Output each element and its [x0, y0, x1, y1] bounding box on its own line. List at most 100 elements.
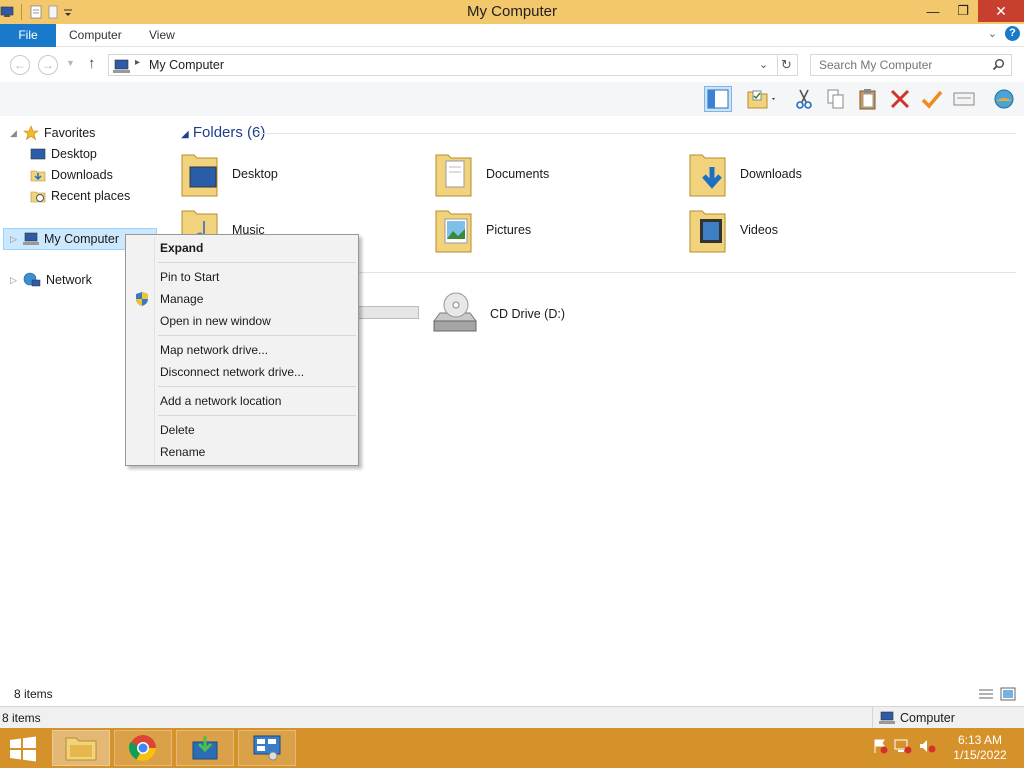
volume-muted-icon[interactable] — [918, 738, 936, 754]
address-path: My Computer — [149, 58, 225, 72]
clock-date: 1/15/2022 — [953, 748, 1007, 762]
sidebar-item-recent-places[interactable]: Recent places — [30, 186, 130, 206]
ribbon-tabs: File Computer View ⌄ ? — [0, 24, 1024, 47]
menu-item-rename[interactable]: Rename — [128, 441, 356, 463]
search-box[interactable] — [810, 54, 1012, 76]
menu-item-delete[interactable]: Delete — [128, 419, 356, 441]
taskbar-file-explorer[interactable] — [52, 730, 110, 766]
breadcrumb-separator-icon[interactable]: ▸ — [135, 57, 140, 68]
item-count: 8 items — [14, 687, 53, 701]
details-view-icon[interactable] — [978, 687, 994, 704]
flag-alert-icon[interactable] — [872, 738, 888, 754]
system-tray — [872, 738, 936, 754]
videos-folder-icon — [689, 210, 726, 253]
search-input[interactable] — [819, 58, 989, 72]
properties-icon[interactable] — [950, 86, 978, 112]
system-clock[interactable]: 6:13 AM 1/15/2022 — [950, 733, 1010, 763]
folder-label: Desktop — [232, 167, 278, 181]
tab-view[interactable]: View — [149, 24, 175, 47]
expand-ribbon-icon[interactable]: ⌄ — [988, 27, 997, 40]
context-menu: Expand Pin to Start Manage Open in new w… — [125, 234, 359, 466]
refresh-icon[interactable]: ↻ — [781, 57, 792, 73]
tab-computer[interactable]: Computer — [69, 24, 122, 47]
desktop-folder-icon — [181, 154, 218, 197]
sidebar-item-label: Downloads — [51, 168, 113, 182]
taskbar: 6:13 AM 1/15/2022 — [0, 728, 1024, 768]
expand-arrow-icon[interactable]: ▷ — [10, 234, 18, 245]
drive-item-cd-drive[interactable]: CD Drive (D:) — [430, 286, 565, 342]
network-status-icon[interactable] — [894, 738, 912, 754]
folder-item-desktop[interactable]: Desktop — [180, 148, 278, 200]
sidebar-item-label: Favorites — [44, 126, 96, 140]
bottom-status-bar: 8 items Computer — [0, 706, 1024, 729]
taskbar-chrome[interactable] — [114, 730, 172, 766]
address-dropdown-icon[interactable]: ⌄ — [759, 58, 768, 71]
title-bar: My Computer — ❐ ✕ — [0, 0, 1024, 24]
expand-arrow-icon[interactable]: ▷ — [10, 275, 18, 286]
restore-button[interactable]: ❐ — [948, 0, 978, 22]
drive-usage-bar — [356, 306, 419, 319]
start-button[interactable] — [8, 736, 38, 762]
sidebar-item-label: Network — [46, 273, 92, 287]
close-button[interactable]: ✕ — [978, 0, 1024, 22]
command-toolbar — [0, 82, 1024, 116]
computer-icon — [23, 232, 39, 245]
delete-icon[interactable] — [886, 86, 914, 112]
collapse-arrow-icon[interactable]: ◢ — [181, 129, 189, 140]
menu-item-map-network-drive[interactable]: Map network drive... — [128, 339, 356, 361]
folder-item-videos[interactable]: Videos — [688, 204, 778, 256]
folder-item-downloads[interactable]: Downloads — [688, 148, 802, 200]
select-options-icon[interactable] — [744, 86, 780, 112]
folder-label: Downloads — [740, 167, 802, 181]
copy-icon[interactable] — [822, 86, 850, 112]
folders-group-header[interactable]: ◢ Folders (6) — [181, 124, 265, 141]
menu-item-open-in-new-window[interactable]: Open in new window — [128, 310, 356, 332]
computer-icon — [879, 711, 895, 724]
menu-item-disconnect-network-drive[interactable]: Disconnect network drive... — [128, 361, 356, 383]
search-icon[interactable] — [992, 58, 1005, 74]
cut-icon[interactable] — [790, 86, 818, 112]
collapse-arrow-icon[interactable]: ◢ — [10, 128, 18, 139]
documents-folder-icon — [435, 154, 472, 197]
item-count: 8 items — [2, 711, 41, 725]
menu-item-pin-to-start[interactable]: Pin to Start — [128, 266, 356, 288]
sidebar-item-downloads[interactable]: Downloads — [30, 165, 113, 185]
status-bar: 8 items — [0, 684, 1024, 704]
help-icon[interactable]: ? — [1005, 26, 1020, 41]
rename-check-icon[interactable] — [918, 86, 946, 112]
network-globe-icon[interactable] — [990, 86, 1018, 112]
up-button[interactable]: ↑ — [88, 55, 96, 72]
folder-item-documents[interactable]: Documents — [434, 148, 549, 200]
file-explorer-icon — [65, 737, 97, 761]
pictures-folder-icon — [435, 210, 472, 253]
address-bar[interactable]: ▸ My Computer ⌄ ↻ — [108, 54, 798, 76]
navigation-pane-icon[interactable] — [704, 86, 732, 112]
folder-item-pictures[interactable]: Pictures — [434, 204, 531, 256]
downloads-folder-icon — [689, 154, 726, 197]
paste-icon[interactable] — [854, 86, 882, 112]
sidebar-item-label: My Computer — [44, 232, 120, 246]
clock-time: 6:13 AM — [957, 733, 1003, 747]
sidebar-item-network[interactable]: ▷ Network — [10, 270, 92, 290]
sidebar-item-label: Desktop — [51, 147, 97, 161]
minimize-button[interactable]: — — [918, 0, 948, 22]
tab-file[interactable]: File — [0, 24, 56, 47]
menu-item-manage[interactable]: Manage — [128, 288, 356, 310]
menu-item-add-network-location[interactable]: Add a network location — [128, 390, 356, 412]
desktop-icon — [30, 148, 46, 160]
sidebar-item-favorites[interactable]: ◢ Favorites — [10, 123, 95, 143]
back-button[interactable]: ← — [10, 55, 30, 75]
navigation-bar: ← → ▼ ↑ ▸ My Computer ⌄ ↻ — [0, 48, 1024, 82]
menu-item-expand[interactable]: Expand — [128, 237, 356, 259]
computer-icon — [113, 58, 131, 77]
taskbar-app-installer[interactable] — [176, 730, 234, 766]
chrome-icon — [129, 735, 156, 761]
sidebar-item-label: Recent places — [51, 189, 131, 203]
forward-button[interactable]: → — [38, 55, 58, 75]
window-title: My Computer — [466, 3, 558, 20]
recent-locations-icon[interactable]: ▼ — [66, 58, 75, 68]
taskbar-control-panel[interactable] — [238, 730, 296, 766]
windows-logo-icon — [10, 736, 36, 762]
sidebar-item-desktop[interactable]: Desktop — [30, 144, 97, 164]
large-icons-view-icon[interactable] — [1000, 687, 1016, 704]
